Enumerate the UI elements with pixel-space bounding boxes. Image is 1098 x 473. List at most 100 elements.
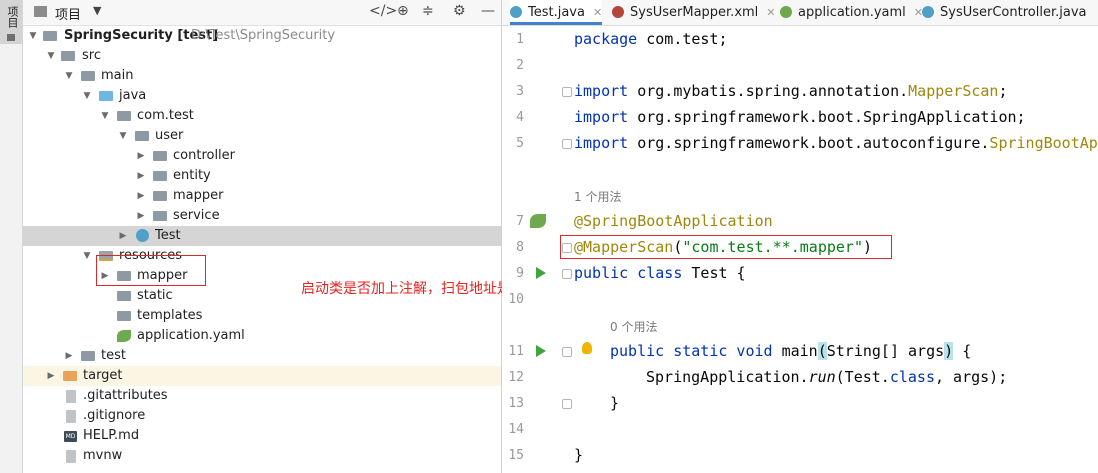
package-icon [153, 211, 167, 221]
tree-item-mapper[interactable]: ▶ mapper [23, 186, 501, 206]
markdown-icon: MD [64, 431, 77, 442]
tree-item-label: java [119, 88, 147, 103]
tree-item-templates[interactable]: templates [23, 306, 501, 326]
tree-item-java[interactable]: ▼ java [23, 86, 501, 106]
tree-item-gitignore[interactable]: .gitignore [23, 406, 501, 426]
tab-test-java[interactable]: Test.java ✕ [510, 0, 603, 25]
window-icon [34, 6, 47, 17]
spring-config-icon [117, 330, 131, 342]
highlight-box-mapperscan [560, 235, 892, 259]
tree-item-path: D:\Test\SpringSecurity [191, 28, 336, 43]
package-icon [153, 151, 167, 161]
code-line-5: import org.springframework.boot.autoconf… [574, 134, 1098, 152]
lightbulb-icon[interactable] [582, 342, 592, 354]
tree-item-test-class[interactable]: ▶ Test [23, 226, 501, 246]
close-icon[interactable]: ✕ [766, 6, 775, 19]
project-title[interactable]: 项目 [55, 4, 81, 23]
chevron-right-icon[interactable]: ▶ [45, 366, 57, 386]
fold-marker-icon[interactable] [562, 399, 572, 409]
chevron-down-icon[interactable]: ▼ [81, 246, 93, 266]
project-toolbar: 项目 ▼ </> ⊕ ≑ ⚙ — [23, 0, 501, 26]
tree-item-application-yaml[interactable]: application.yaml [23, 326, 501, 346]
tree-item-main[interactable]: ▼ main [23, 66, 501, 86]
tab-sysusercontroller-java[interactable]: SysUserController.java [922, 0, 1086, 25]
fold-marker-icon[interactable] [562, 269, 572, 279]
terminal-file-icon [66, 450, 76, 463]
line-number: 9 [516, 266, 524, 281]
run-icon[interactable] [536, 345, 546, 357]
tab-label: application.yaml [798, 5, 906, 20]
package-icon [153, 191, 167, 201]
editor-tabs: Test.java ✕ SysUserMapper.xml ✕ applicatio… [502, 0, 1098, 26]
tree-item-com-test[interactable]: ▼ com.test [23, 106, 501, 126]
tree-item-gitattributes[interactable]: .gitattributes [23, 386, 501, 406]
line-number: 4 [516, 110, 524, 125]
chevron-right-icon[interactable]: ▶ [63, 346, 75, 366]
usage-hint[interactable]: 0 个用法 [610, 318, 657, 335]
tree-item-label: .gitignore [83, 408, 146, 423]
chevron-down-icon[interactable]: ▼ [93, 4, 101, 17]
folder-icon [81, 71, 95, 81]
tree-item-label: mapper [173, 188, 224, 203]
tree-item-test-folder[interactable]: ▶ test [23, 346, 501, 366]
chevron-down-icon[interactable]: ▼ [99, 106, 111, 126]
tree-item-label: src [82, 48, 101, 63]
tree-item-entity[interactable]: ▶ entity [23, 166, 501, 186]
tree-item-label: controller [173, 148, 236, 163]
project-tool-tab-label: 项目 [6, 6, 19, 28]
close-icon[interactable]: ✕ [593, 6, 602, 19]
chevron-right-icon[interactable]: ▶ [117, 226, 129, 246]
chevron-down-icon[interactable]: ▼ [63, 66, 75, 86]
project-tool-tab[interactable]: 项目 [0, 0, 22, 44]
tree-item-service[interactable]: ▶ service [23, 206, 501, 226]
tree-item-mvnw[interactable]: mvnw [23, 446, 501, 466]
tree-item-controller[interactable]: ▶ controller [23, 146, 501, 166]
minimize-icon[interactable]: — [481, 3, 495, 19]
file-icon [66, 390, 76, 403]
chevron-down-icon[interactable]: ▼ [45, 46, 57, 66]
chevron-right-icon[interactable]: ▶ [135, 166, 147, 186]
code-line-15: } [574, 446, 584, 464]
tab-application-yaml[interactable]: application.yaml ✕ [780, 0, 923, 25]
chevron-down-icon[interactable]: ▼ [27, 26, 39, 46]
code-line-4: import org.springframework.boot.SpringAp… [574, 108, 1026, 126]
package-icon [153, 171, 167, 181]
folder-icon [117, 311, 131, 321]
run-icon[interactable] [536, 267, 546, 279]
line-number: 1 [516, 32, 524, 47]
tree-item-target[interactable]: ▶ target [23, 366, 501, 386]
line-number: 10 [508, 292, 524, 307]
tree-item-label: user [155, 128, 184, 143]
spring-class-icon [136, 229, 149, 242]
fold-marker-icon[interactable] [562, 87, 572, 97]
locate-icon[interactable]: ⊕ [397, 3, 409, 19]
line-number: 5 [516, 136, 524, 151]
spring-config-icon [780, 6, 792, 18]
spring-bean-icon[interactable] [530, 214, 546, 228]
tree-item-label: mvnw [83, 448, 123, 463]
chevron-right-icon[interactable]: ▶ [135, 186, 147, 206]
chevron-right-icon[interactable]: ▶ [135, 146, 147, 166]
tree-item-label: com.test [137, 108, 194, 123]
chevron-right-icon[interactable]: ▶ [135, 206, 147, 226]
folder-icon [117, 291, 131, 301]
chevron-down-icon[interactable]: ▼ [81, 86, 93, 106]
tab-sysusermapper-xml[interactable]: SysUserMapper.xml ✕ [612, 0, 776, 25]
tree-item-label: Test [155, 228, 181, 243]
tree-item-label: application.yaml [137, 328, 245, 343]
code-icon[interactable]: </> [369, 3, 397, 19]
chevron-down-icon[interactable]: ▼ [117, 126, 129, 146]
tree-item-project-root[interactable]: ▼ SpringSecurity [test] D:\Test\SpringSe… [23, 26, 501, 46]
fold-marker-icon[interactable] [562, 347, 572, 357]
tree-item-user[interactable]: ▼ user [23, 126, 501, 146]
gear-icon[interactable]: ⚙ [453, 3, 466, 19]
tree-item-help-md[interactable]: MD HELP.md [23, 426, 501, 446]
tree-item-src[interactable]: ▼ src [23, 46, 501, 66]
file-icon [66, 410, 76, 423]
usage-hint[interactable]: 1 个用法 [574, 188, 621, 205]
fold-marker-icon[interactable] [562, 139, 572, 149]
code-line-11: public static void main(String[] args) { [610, 342, 972, 360]
folder-icon [43, 31, 57, 41]
tree-item-resources[interactable]: ▼ resources [23, 246, 501, 266]
collapse-all-icon[interactable]: ≑ [422, 3, 434, 19]
